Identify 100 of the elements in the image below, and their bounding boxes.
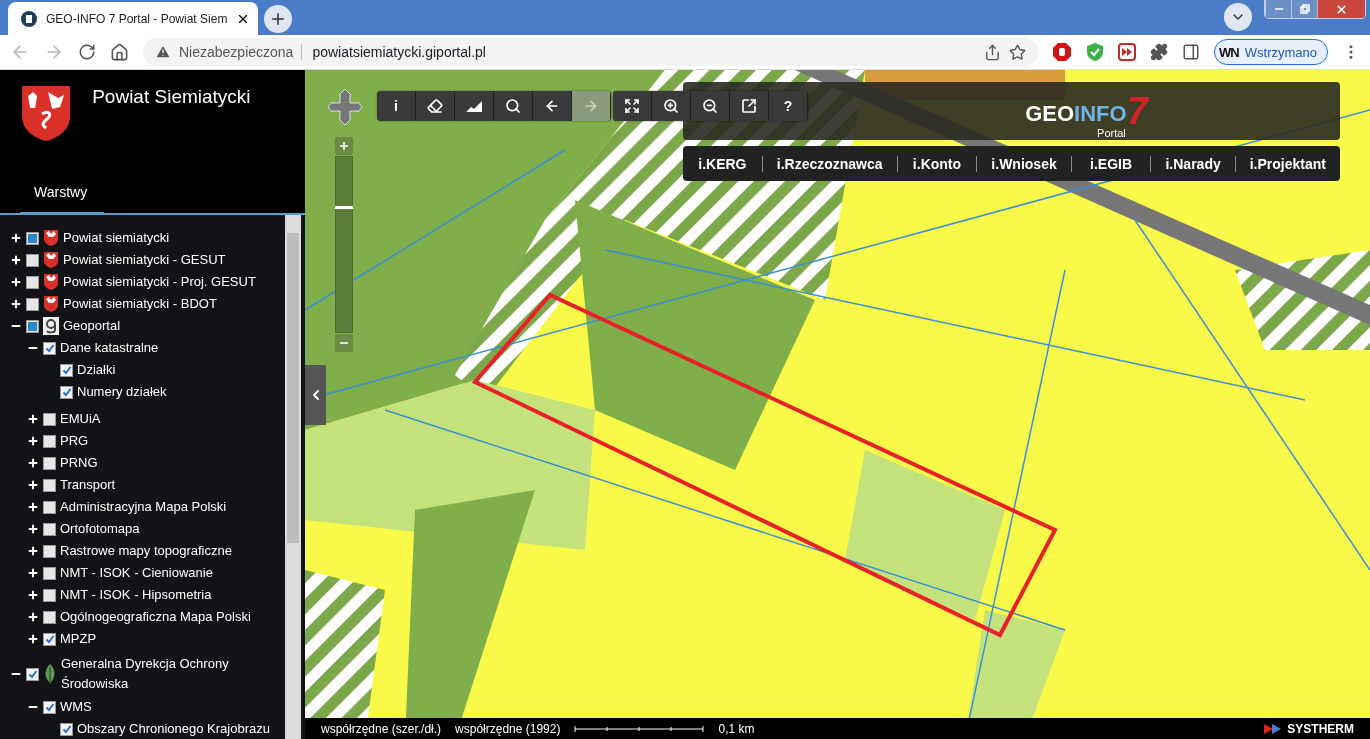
- side-panel-icon[interactable]: [1182, 43, 1201, 61]
- reload-icon[interactable]: [78, 43, 96, 61]
- coordinates-label: współrzędne (szer./dł.): [321, 721, 442, 736]
- portal-link[interactable]: i.Rzeczoznawca: [762, 155, 898, 172]
- portal-link[interactable]: i.EGIB: [1071, 155, 1152, 172]
- layer-label[interactable]: Dane katastralne: [60, 338, 159, 358]
- close-button[interactable]: [1317, 0, 1365, 18]
- layer-label[interactable]: Ortofotomapa: [60, 519, 140, 539]
- tool-button[interactable]: [730, 91, 769, 121]
- layer-label[interactable]: Numery działek: [77, 382, 167, 402]
- checkbox[interactable]: [60, 722, 73, 736]
- share-icon[interactable]: [984, 43, 1002, 61]
- zoom-in-button[interactable]: [335, 137, 353, 155]
- tool-button[interactable]: [494, 91, 533, 121]
- layer-label[interactable]: Rastrowe mapy topograficzne: [60, 541, 232, 561]
- layer-label[interactable]: NMT - ISOK - Cieniowanie: [60, 563, 213, 583]
- tool-button[interactable]: [652, 91, 691, 121]
- expand-icon[interactable]: [10, 298, 22, 310]
- tool-button[interactable]: i: [377, 91, 416, 121]
- expand-icon[interactable]: [10, 254, 22, 266]
- layer-label[interactable]: PRNG: [60, 453, 98, 473]
- layer-label[interactable]: MPZP: [60, 629, 97, 649]
- expand-icon[interactable]: [27, 435, 39, 447]
- checkbox[interactable]: [43, 566, 56, 580]
- profile-button[interactable]: WN Wstrzymano: [1214, 39, 1328, 65]
- layer-label[interactable]: Obszary Chronionego Krajobrazu: [77, 719, 270, 739]
- checkbox[interactable]: [43, 500, 56, 514]
- layer-label[interactable]: Powiat siemiatycki - GESUT: [63, 250, 226, 270]
- shield-check-icon[interactable]: [1086, 42, 1105, 62]
- layer-label[interactable]: EMUiA: [60, 409, 101, 429]
- home-icon[interactable]: [110, 42, 129, 62]
- extensions-icon[interactable]: [1150, 43, 1169, 61]
- warning-icon[interactable]: [155, 44, 171, 60]
- address-bar[interactable]: Niezabezpieczona powiatsiemiatycki.giportal.pl: [143, 38, 1039, 66]
- security-label[interactable]: Niezabezpieczona: [179, 44, 294, 60]
- layer-label[interactable]: Generalna Dyrekcja Ochrony Środowiska: [61, 654, 271, 694]
- checkbox[interactable]: [43, 632, 56, 646]
- layer-label[interactable]: Powiat siemiatycki: [63, 228, 170, 248]
- bookmark-star-icon[interactable]: [1009, 43, 1027, 61]
- maximize-button[interactable]: [1291, 0, 1317, 18]
- checkbox[interactable]: [43, 412, 56, 426]
- layer-label[interactable]: Administracyjna Mapa Polski: [60, 497, 227, 517]
- layer-label[interactable]: Powiat siemiatycki - Proj. GESUT: [63, 272, 256, 292]
- checkbox[interactable]: [43, 522, 56, 536]
- layer-label[interactable]: Transport: [60, 475, 116, 495]
- expand-icon[interactable]: [27, 523, 39, 535]
- tool-button[interactable]: ?: [769, 91, 808, 121]
- minimize-button[interactable]: [1265, 0, 1291, 18]
- tool-button[interactable]: [691, 91, 730, 121]
- tool-button[interactable]: [416, 91, 455, 121]
- collapse-panel-button[interactable]: [305, 365, 326, 425]
- checkbox[interactable]: [43, 588, 56, 602]
- checkbox[interactable]: [43, 544, 56, 558]
- expand-icon[interactable]: [27, 611, 39, 623]
- checkbox[interactable]: [43, 700, 56, 714]
- fast-forward-icon[interactable]: [1118, 43, 1137, 61]
- layer-label[interactable]: Działki: [77, 360, 116, 380]
- layer-label[interactable]: NMT - ISOK - Hipsometria: [60, 585, 212, 605]
- zoom-slider-handle[interactable]: [335, 206, 353, 209]
- checkbox[interactable]: [26, 275, 39, 289]
- layer-label[interactable]: PRG: [60, 431, 89, 451]
- expand-icon[interactable]: [27, 501, 39, 513]
- tab-list-button[interactable]: [1224, 3, 1252, 31]
- checkbox[interactable]: [26, 253, 39, 267]
- checkbox[interactable]: [43, 456, 56, 470]
- portal-link[interactable]: i.Wniosek: [977, 155, 1072, 172]
- portal-link[interactable]: i.Projektant: [1235, 155, 1340, 172]
- stop-hand-icon[interactable]: [1052, 42, 1073, 62]
- zoom-out-button[interactable]: [335, 334, 353, 352]
- checkbox[interactable]: [43, 434, 56, 448]
- expand-icon[interactable]: [27, 545, 39, 557]
- browser-tab[interactable]: GEO-INFO 7 Portal - Powiat Siem: [8, 2, 258, 35]
- expand-icon[interactable]: [10, 232, 22, 244]
- expand-icon[interactable]: [10, 276, 22, 288]
- layer-label[interactable]: WMS: [60, 697, 92, 717]
- layer-label[interactable]: Powiat siemiatycki - BDOT: [63, 294, 217, 314]
- checkbox[interactable]: [26, 667, 39, 681]
- new-tab-button[interactable]: [264, 5, 292, 33]
- expand-icon[interactable]: [27, 479, 39, 491]
- portal-link[interactable]: i.Konto: [897, 155, 978, 172]
- checkbox[interactable]: [43, 478, 56, 492]
- tool-button[interactable]: [613, 91, 652, 121]
- pan-control-icon[interactable]: [327, 88, 363, 126]
- expand-icon[interactable]: [27, 589, 39, 601]
- layer-label[interactable]: Ogólnogeograficzna Mapa Polski: [60, 607, 251, 627]
- checkbox[interactable]: [43, 610, 56, 624]
- tool-button[interactable]: [455, 91, 494, 121]
- expand-icon[interactable]: [27, 413, 39, 425]
- layer-label[interactable]: Geoportal: [63, 316, 121, 336]
- checkbox[interactable]: [60, 363, 73, 377]
- expand-icon[interactable]: [27, 567, 39, 579]
- checkbox[interactable]: [43, 341, 56, 355]
- checkbox[interactable]: [26, 297, 39, 311]
- scrollbar[interactable]: [285, 215, 301, 739]
- checkbox[interactable]: [60, 385, 73, 399]
- tool-button[interactable]: [533, 91, 572, 121]
- expand-icon[interactable]: [27, 457, 39, 469]
- portal-link[interactable]: i.KERG: [683, 155, 763, 172]
- portal-link[interactable]: i.Narady: [1151, 155, 1236, 172]
- expand-icon[interactable]: [27, 633, 39, 645]
